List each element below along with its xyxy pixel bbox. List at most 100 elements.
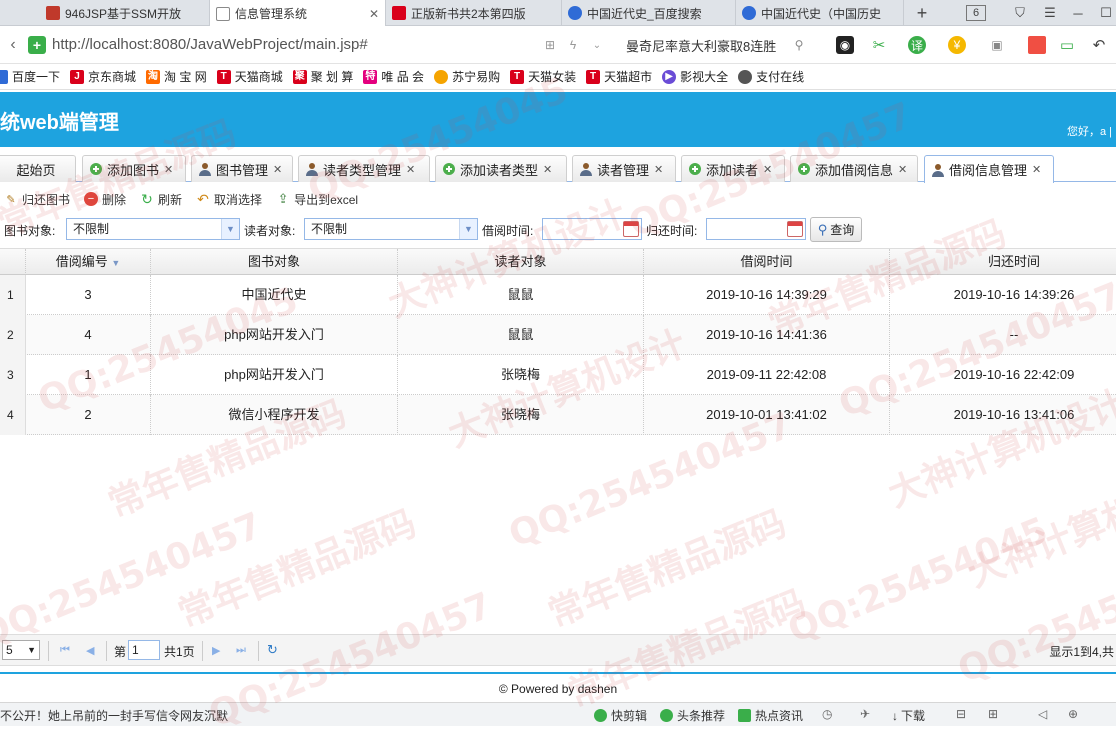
search-icon[interactable]: ⚲: [790, 36, 808, 54]
bookmark-vip[interactable]: 特唯 品 会: [363, 68, 424, 85]
close-tab-icon[interactable]: ✕: [363, 7, 379, 21]
window-icon[interactable]: ⊟: [956, 707, 966, 721]
back-icon[interactable]: ‹: [4, 36, 22, 54]
headline-item[interactable]: 头条推荐: [660, 707, 725, 724]
chevron-down-icon[interactable]: ⌄: [588, 36, 606, 54]
refresh-button[interactable]: ↻ 刷新: [140, 191, 182, 208]
game-icon[interactable]: ◉: [836, 36, 854, 54]
translate-icon[interactable]: 译: [908, 36, 926, 54]
secure-page-icon[interactable]: +: [28, 36, 46, 54]
shirt-icon[interactable]: ⛉: [1012, 4, 1028, 22]
browser-tab-2-active[interactable]: 信息管理系统 ✕: [210, 0, 386, 27]
unselect-button[interactable]: ↶ 取消选择: [196, 191, 262, 208]
tab-borrow-manage-active[interactable]: 借阅信息管理 ✕: [924, 155, 1054, 183]
chevron-down-icon[interactable]: ▼: [221, 219, 239, 239]
split-icon[interactable]: ⊞: [988, 707, 998, 721]
battery-icon[interactable]: ▭: [1058, 36, 1076, 54]
tab-add-borrow[interactable]: 添加借阅信息 ✕: [790, 155, 918, 182]
image-icon[interactable]: ▣: [988, 36, 1006, 54]
tab-count-button[interactable]: 6: [966, 5, 986, 21]
delete-button[interactable]: − 删除: [84, 191, 126, 208]
news-ticker[interactable]: 不公开！她上吊前的一封手写信令网友沉默: [0, 707, 228, 724]
export-excel-button[interactable]: ⇪ 导出到excel: [276, 191, 358, 208]
bookmark-jd[interactable]: J 京东商城: [70, 68, 136, 85]
new-tab-button[interactable]: +: [914, 3, 930, 23]
quick-clip-item[interactable]: 快剪辑: [594, 707, 647, 724]
close-tab-icon[interactable]: ✕: [273, 163, 282, 176]
close-tab-icon[interactable]: ✕: [543, 163, 552, 176]
next-page-icon[interactable]: ▶: [212, 644, 220, 657]
return-time-label: 归还时间:: [646, 224, 698, 238]
first-page-icon[interactable]: ⏮: [60, 644, 70, 657]
column-header-reader[interactable]: 读者对象: [398, 249, 644, 275]
url-field[interactable]: http://localhost:8080/JavaWebProject/mai…: [52, 36, 368, 53]
close-tab-icon[interactable]: ✕: [1032, 163, 1041, 176]
bookmark-tmall-women[interactable]: T 天猫女装: [510, 68, 576, 85]
return-time-input[interactable]: [706, 218, 806, 240]
search-input[interactable]: 曼奇尼率意大利豪取8连胜: [612, 32, 812, 58]
browser-tab-4[interactable]: 中国近代史_百度搜索: [562, 0, 736, 26]
bookmark-baidu[interactable]: 百度一下: [0, 68, 60, 85]
column-header-id[interactable]: 借阅编号 ▼: [26, 249, 151, 275]
bookmark-taobao[interactable]: 淘淘 宝 网: [146, 68, 207, 85]
borrow-time-input[interactable]: [542, 218, 642, 240]
table-row[interactable]: 1 3 中国近代史 鼠鼠 2019-10-16 14:39:29 2019-10-16 1…: [0, 275, 1116, 315]
browser-tab-1[interactable]: 946JSP基于SSM开放: [40, 0, 210, 26]
return-book-button[interactable]: ✎ 归还图书: [4, 191, 70, 208]
page-size-select[interactable]: 5 ▼: [2, 640, 40, 660]
lightning-icon[interactable]: ϟ: [564, 36, 582, 54]
prev-page-icon[interactable]: ◀: [86, 644, 94, 657]
close-tab-icon[interactable]: ✕: [654, 163, 663, 176]
grid-icon[interactable]: ⊞: [541, 36, 559, 54]
column-header-borrow-time[interactable]: 借阅时间: [644, 249, 890, 275]
close-tab-icon[interactable]: ✕: [164, 163, 173, 176]
hot-news-item[interactable]: 热点资讯: [738, 707, 803, 724]
tab-book-manage[interactable]: 图书管理 ✕: [191, 155, 293, 182]
tab-reader-type-manage[interactable]: 读者类型管理 ✕: [298, 155, 430, 182]
maximize-icon[interactable]: ☐: [1098, 4, 1114, 22]
column-header-book[interactable]: 图书对象: [151, 249, 398, 275]
tab-add-reader-type[interactable]: 添加读者类型 ✕: [435, 155, 567, 182]
browser-tab-3[interactable]: 正版新书共2本第四版: [386, 0, 562, 26]
calendar-icon[interactable]: [623, 221, 639, 237]
undo-icon[interactable]: ↶: [1090, 36, 1108, 54]
reload-icon[interactable]: ↻: [267, 642, 278, 658]
tab-add-reader[interactable]: 添加读者 ✕: [681, 155, 785, 182]
bookmark-tmall[interactable]: T 天猫商城: [216, 68, 283, 85]
bookmark-video[interactable]: ▶ 影视大全: [662, 68, 728, 85]
close-tab-icon[interactable]: ✕: [763, 163, 772, 176]
book-filter-select[interactable]: 不限制 ▼: [66, 218, 240, 240]
speaker-icon[interactable]: ◁: [1038, 707, 1047, 721]
apps-icon[interactable]: [1028, 36, 1046, 54]
table-row[interactable]: 4 2 微信小程序开发 张晓梅 2019-10-01 13:41:02 2019-10-1…: [0, 395, 1116, 435]
clock-icon[interactable]: ◷: [822, 707, 832, 721]
bookmark-tmall-market[interactable]: T 天猫超市: [586, 68, 652, 85]
chevron-down-icon[interactable]: ▼: [459, 219, 477, 239]
last-page-icon[interactable]: ⏭: [236, 644, 246, 657]
column-header-return-time[interactable]: 归还时间: [890, 249, 1116, 275]
close-tab-icon[interactable]: ✕: [898, 163, 907, 176]
toolbar-label: 导出到excel: [294, 192, 359, 207]
minimize-icon[interactable]: ─: [1070, 4, 1086, 22]
browser-tab-5[interactable]: 中国近代史（中国历史: [736, 0, 904, 26]
bookmark-pay[interactable]: 支付在线: [738, 68, 804, 85]
table-row[interactable]: 2 4 php网站开发入门 鼠鼠 2019-10-16 14:41:36 --: [0, 315, 1116, 355]
header-label: 借阅编号: [55, 254, 108, 269]
coupon-icon[interactable]: ¥: [948, 36, 966, 54]
pin-icon[interactable]: ✈: [860, 707, 870, 721]
close-tab-icon[interactable]: ✕: [406, 163, 415, 176]
tab-start-page[interactable]: 起始页: [0, 155, 76, 182]
tab-reader-manage[interactable]: 读者管理 ✕: [572, 155, 676, 182]
menu-icon[interactable]: ☰: [1042, 4, 1058, 22]
reader-filter-select[interactable]: 不限制 ▼: [304, 218, 478, 240]
page-number-input[interactable]: 1: [128, 640, 160, 660]
table-row[interactable]: 3 1 php网站开发入门 张晓梅 2019-09-11 22:42:08 2019-10…: [0, 355, 1116, 395]
scissors-icon[interactable]: ✂: [870, 36, 888, 54]
zoom-icon[interactable]: ⊕: [1068, 707, 1078, 721]
download-item[interactable]: ↓ 下载: [892, 707, 925, 724]
bookmark-juhuasuan[interactable]: 聚聚 划 算: [292, 68, 353, 85]
query-button[interactable]: ⚲ 查询: [810, 217, 862, 242]
calendar-icon[interactable]: [787, 221, 803, 237]
bookmark-suning[interactable]: 苏宁易购: [434, 68, 500, 85]
tab-add-book[interactable]: 添加图书 ✕: [82, 155, 186, 182]
